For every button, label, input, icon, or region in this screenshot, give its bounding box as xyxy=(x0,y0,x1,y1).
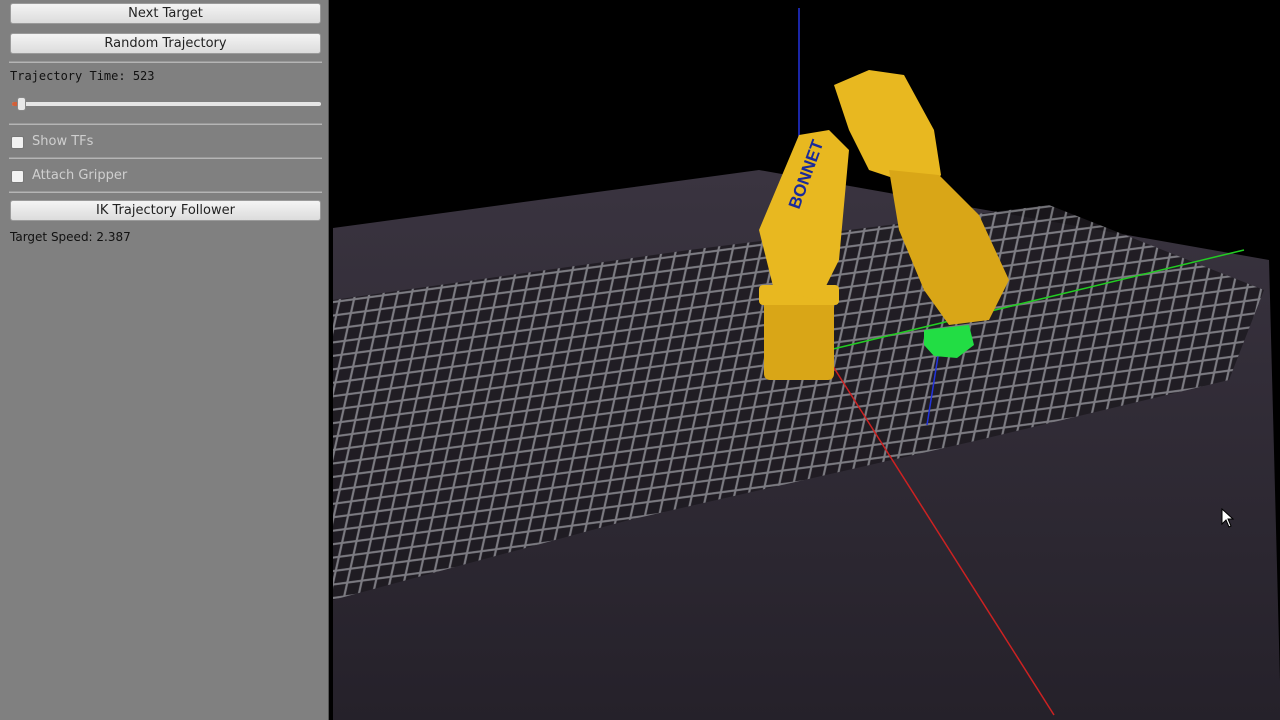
show-tfs-label: Show TFs xyxy=(32,134,94,149)
trajectory-slider-track[interactable] xyxy=(12,102,321,106)
robot-upper-arm xyxy=(834,70,941,190)
random-trajectory-button[interactable]: Random Trajectory xyxy=(10,33,321,54)
divider xyxy=(9,123,322,125)
3d-viewport[interactable]: BONNET xyxy=(328,0,1280,720)
divider xyxy=(9,157,322,159)
ik-trajectory-follower-button[interactable]: IK Trajectory Follower xyxy=(10,200,321,221)
mouse-pointer-icon xyxy=(1221,508,1235,528)
target-speed-label: Target Speed: 2.387 xyxy=(10,230,131,244)
trajectory-time-label: Trajectory Time: 523 xyxy=(10,69,155,83)
attach-gripper-checkbox[interactable] xyxy=(11,170,24,183)
control-panel: Next Target Random Trajectory Trajectory… xyxy=(0,0,328,720)
robot-base xyxy=(764,295,834,380)
trajectory-slider-handle[interactable] xyxy=(17,97,27,111)
show-tfs-checkbox[interactable] xyxy=(11,136,24,149)
divider xyxy=(9,61,322,63)
divider xyxy=(9,191,322,193)
attach-gripper-label: Attach Gripper xyxy=(32,168,128,183)
next-target-button[interactable]: Next Target xyxy=(10,3,321,24)
scene-canvas: BONNET xyxy=(333,8,1280,720)
